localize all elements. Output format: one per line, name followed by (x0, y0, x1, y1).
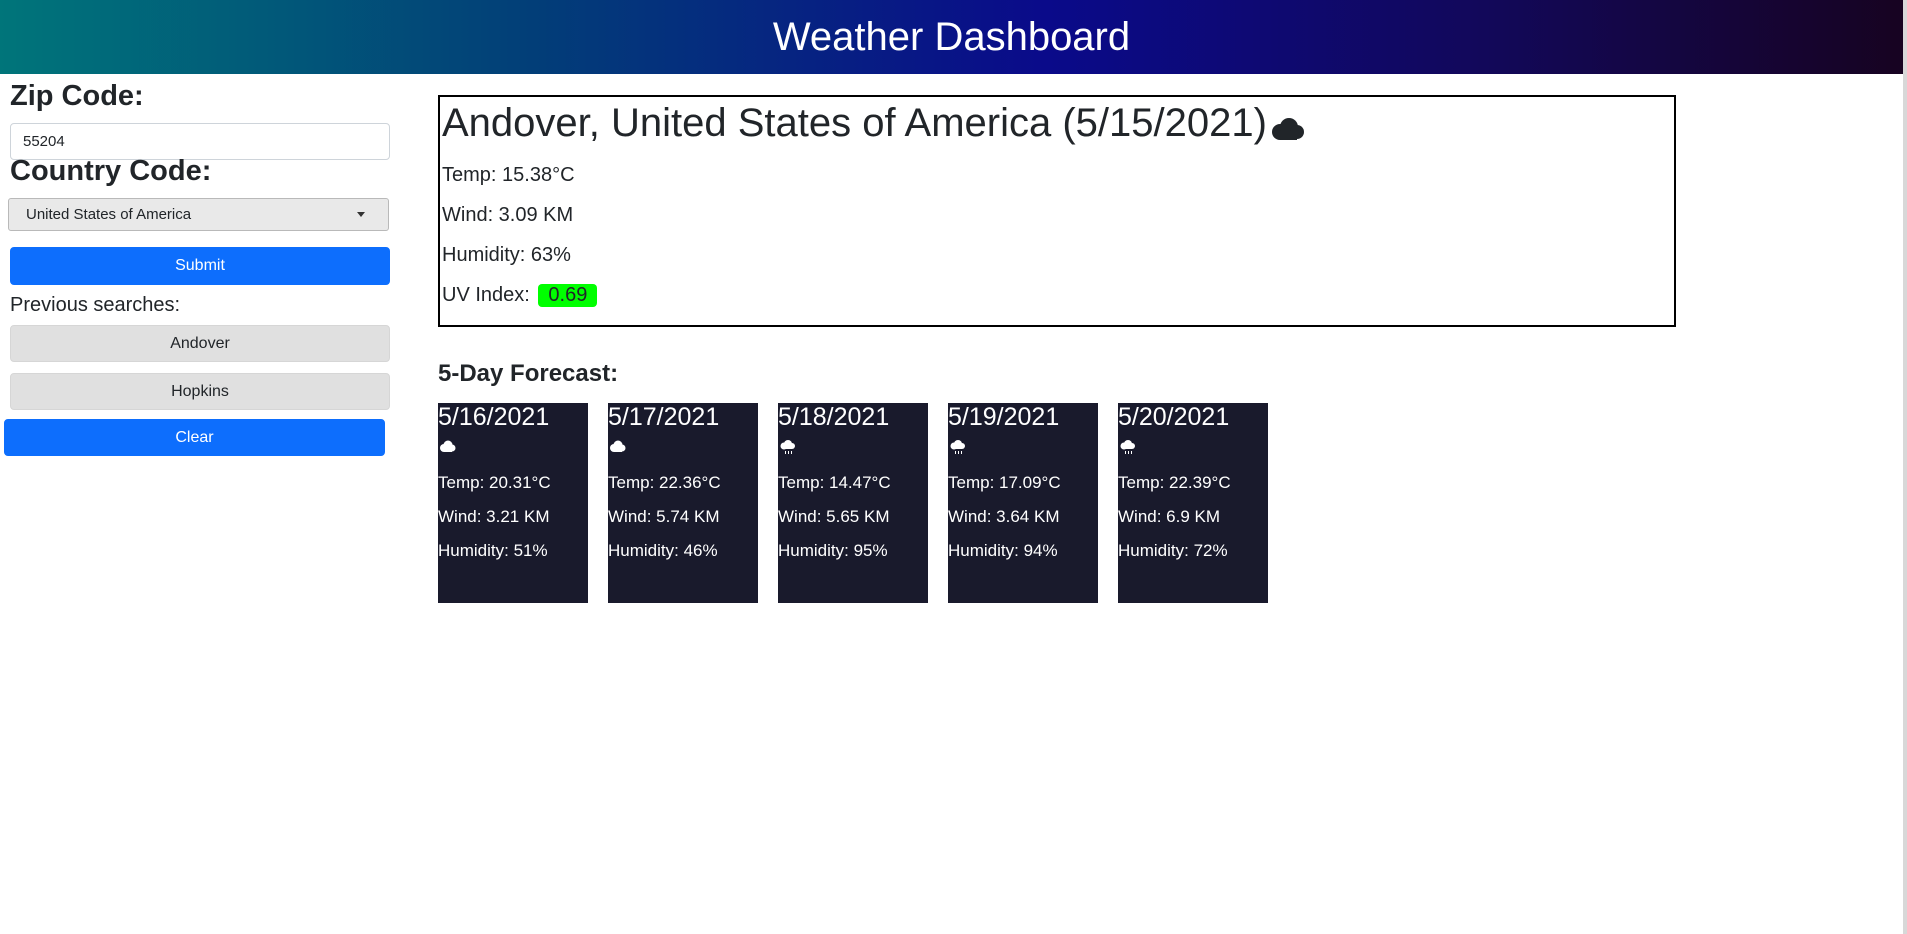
forecast-card: 5/18/2021 Temp: 14.47°C Wind: 5.65 KM Hu… (778, 403, 928, 603)
forecast-wind: Wind: 5.65 KM (778, 507, 890, 526)
forecast-temp: Temp: 20.31°C (438, 473, 551, 492)
forecast-humidity: Humidity: 95% (778, 541, 888, 560)
forecast-date: 5/18/2021 (778, 403, 890, 431)
current-weather-title: Andover, United States of America (5/15/… (442, 101, 1305, 146)
forecast-wind: Wind: 5.74 KM (608, 507, 720, 526)
current-location-date: Andover, United States of America (5/15/… (442, 101, 1267, 145)
forecast-wind: Wind: 3.21 KM (438, 507, 550, 526)
current-wind: Wind: 3.09 KM (442, 204, 574, 226)
rain-cloud-icon (1118, 439, 1136, 455)
forecast-temp: Temp: 17.09°C (948, 473, 1061, 492)
page-scrollbar[interactable] (1903, 0, 1907, 934)
forecast-temp: Temp: 22.36°C (608, 473, 721, 492)
submit-button[interactable]: Submit (10, 247, 390, 285)
forecast-card: 5/17/2021 Temp: 22.36°C Wind: 5.74 KM Hu… (608, 403, 758, 603)
cloud-icon (438, 439, 456, 455)
forecast-humidity: Humidity: 51% (438, 541, 548, 560)
country-code-label: Country Code: (10, 155, 212, 187)
forecast-card: 5/16/2021 Temp: 20.31°C Wind: 3.21 KM Hu… (438, 403, 588, 603)
forecast-date: 5/16/2021 (438, 403, 550, 431)
forecast-heading: 5-Day Forecast: (438, 360, 619, 387)
forecast-wind: Wind: 6.9 KM (1118, 507, 1221, 526)
page-title: Weather Dashboard (772, 14, 1131, 59)
forecast-humidity: Humidity: 94% (948, 541, 1058, 560)
cloud-icon (1269, 106, 1305, 140)
forecast-card: 5/20/2021 Temp: 22.39°C Wind: 6.9 KM Hum… (1118, 403, 1268, 603)
current-temp: Temp: 15.38°C (442, 164, 575, 186)
rain-cloud-icon (948, 439, 966, 455)
previous-searches-label: Previous searches: (10, 294, 181, 316)
current-humidity: Humidity: 63% (442, 244, 571, 266)
forecast-date: 5/17/2021 (608, 403, 720, 431)
forecast-card: 5/19/2021 Temp: 17.09°C Wind: 3.64 KM Hu… (948, 403, 1098, 603)
forecast-temp: Temp: 14.47°C (778, 473, 891, 492)
chevron-down-icon (357, 212, 365, 217)
uv-index-badge: 0.69 (538, 284, 598, 307)
forecast-temp: Temp: 22.39°C (1118, 473, 1231, 492)
zip-code-label: Zip Code: (10, 80, 144, 112)
forecast-humidity: Humidity: 46% (608, 541, 718, 560)
history-button-hopkins[interactable]: Hopkins (10, 373, 390, 410)
cloud-icon (608, 439, 626, 455)
history-button-andover[interactable]: Andover (10, 325, 390, 362)
forecast-wind: Wind: 3.64 KM (948, 507, 1060, 526)
current-weather-card: Andover, United States of America (5/15/… (438, 95, 1676, 327)
clear-button[interactable]: Clear (4, 419, 385, 456)
forecast-date: 5/19/2021 (948, 403, 1060, 431)
country-selected-value: United States of America (26, 206, 192, 223)
current-uv-row: UV Index: 0.69 (442, 284, 598, 307)
uv-index-label: UV Index: (442, 284, 530, 306)
forecast-humidity: Humidity: 72% (1118, 541, 1228, 560)
country-code-select[interactable]: United States of America (8, 198, 389, 231)
app-header: Weather Dashboard (0, 0, 1903, 74)
rain-cloud-icon (778, 439, 796, 455)
forecast-date: 5/20/2021 (1118, 403, 1230, 431)
